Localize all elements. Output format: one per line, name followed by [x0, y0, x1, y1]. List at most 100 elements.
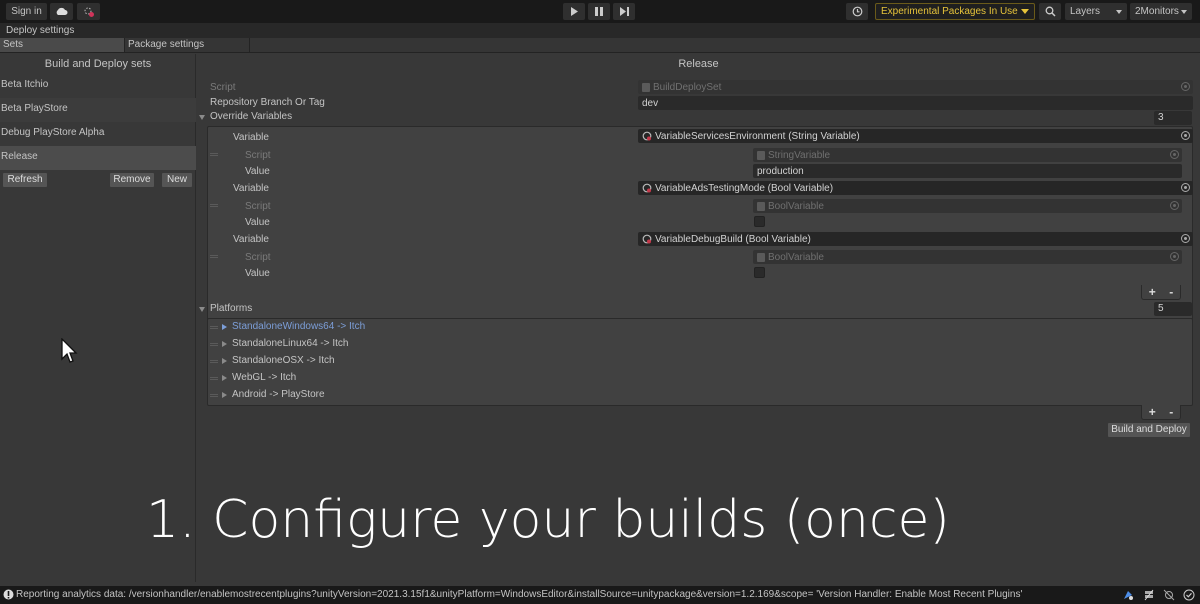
set-item[interactable]: Beta PlayStore [0, 98, 196, 122]
set-item-selected[interactable]: Release [0, 146, 196, 170]
experimental-packages-dropdown[interactable]: Experimental Packages In Use [875, 3, 1035, 20]
platform-item[interactable]: WebGL -> Itch [232, 372, 296, 383]
chevron-down-icon [1181, 9, 1187, 14]
drag-handle-icon[interactable] [210, 343, 218, 346]
step-button[interactable] [613, 3, 635, 20]
override-variables-label[interactable]: Override Variables [210, 111, 292, 122]
remove-platform-button[interactable]: - [1169, 405, 1173, 419]
drag-handle-icon[interactable] [210, 360, 218, 363]
drag-handle-icon[interactable] [210, 255, 218, 258]
script-value: BoolVariable [768, 251, 824, 263]
sets-panel-title: Build and Deploy sets [44, 58, 152, 70]
branch-input[interactable]: dev [638, 96, 1193, 110]
play-button[interactable] [563, 3, 585, 20]
new-button[interactable]: New [162, 173, 192, 187]
collab-error-icon [84, 7, 94, 17]
cache-server-icon[interactable] [1143, 589, 1155, 601]
object-picker-icon[interactable] [1170, 252, 1179, 261]
status-message[interactable]: Reporting analytics data: /versionhandle… [16, 589, 1022, 600]
search-button[interactable] [1039, 3, 1061, 20]
object-picker-icon[interactable] [1170, 201, 1179, 210]
expand-arrow-icon[interactable] [222, 341, 227, 347]
variable-label: Variable [233, 132, 269, 143]
drag-handle-icon[interactable] [210, 153, 218, 156]
override-count-input[interactable]: 3 [1154, 111, 1192, 125]
drag-handle-icon[interactable] [210, 204, 218, 207]
info-icon [3, 589, 14, 600]
drag-handle-icon[interactable] [210, 377, 218, 380]
object-picker-icon[interactable] [1181, 183, 1190, 192]
drag-handle-icon[interactable] [210, 326, 218, 329]
status-bar: Reporting analytics data: /versionhandle… [0, 586, 1200, 604]
platform-item[interactable]: StandaloneOSX -> Itch [232, 355, 335, 366]
script-label: Script [245, 201, 271, 212]
platform-item[interactable]: StandaloneWindows64 -> Itch [232, 321, 365, 332]
drag-handle-icon[interactable] [210, 394, 218, 397]
variable-value: VariableDebugBuild (Bool Variable) [655, 233, 811, 245]
layers-dropdown[interactable]: Layers [1065, 3, 1127, 20]
platforms-count-input[interactable]: 5 [1154, 302, 1192, 316]
scriptable-object-icon [642, 131, 652, 141]
value-label: Value [245, 217, 270, 228]
foldout-arrow-icon[interactable] [199, 307, 205, 312]
collab-button[interactable] [77, 3, 100, 20]
window-title[interactable]: Deploy settings [6, 25, 74, 36]
expand-arrow-icon[interactable] [222, 392, 227, 398]
debug-icon[interactable] [1163, 589, 1175, 601]
overlay-caption: 1. Configure your builds (once) [146, 490, 950, 550]
add-variable-button[interactable]: + [1149, 285, 1156, 299]
window-tab-bar: Deploy settings [0, 23, 1200, 38]
variable-object-field[interactable]: VariableServicesEnvironment (String Vari… [638, 129, 1193, 143]
set-item[interactable]: Beta Itchio [0, 74, 196, 98]
value-checkbox[interactable] [754, 267, 765, 278]
script-field: StringVariable [753, 148, 1182, 162]
pause-button[interactable] [588, 3, 610, 20]
script-value: StringVariable [768, 149, 831, 161]
expand-arrow-icon[interactable] [222, 324, 227, 330]
variable-object-field[interactable]: VariableAdsTestingMode (Bool Variable) [638, 181, 1193, 195]
chevron-down-icon [1021, 9, 1029, 14]
experimental-packages-label: Experimental Packages In Use [881, 6, 1018, 17]
expand-arrow-icon[interactable] [222, 358, 227, 364]
progress-icon[interactable] [1122, 589, 1134, 601]
foldout-arrow-icon[interactable] [199, 115, 205, 120]
tab-package-settings[interactable]: Package settings [125, 38, 250, 52]
tab-bar: Sets Package settings [0, 38, 1200, 53]
main-toolbar: Sign in Experimental Packages In Use Lay… [0, 0, 1200, 23]
history-button[interactable] [846, 3, 868, 20]
step-icon [619, 7, 629, 16]
variable-object-field[interactable]: VariableDebugBuild (Bool Variable) [638, 232, 1193, 246]
object-picker-icon[interactable] [1181, 82, 1190, 91]
refresh-button[interactable]: Refresh [3, 173, 47, 187]
cloud-button[interactable] [50, 3, 73, 20]
platform-item[interactable]: Android -> PlayStore [232, 389, 325, 400]
sign-in-button[interactable]: Sign in [6, 3, 47, 20]
object-picker-icon[interactable] [1181, 234, 1190, 243]
object-picker-icon[interactable] [1181, 131, 1190, 140]
script-icon [642, 82, 650, 92]
platform-item[interactable]: StandaloneLinux64 -> Itch [232, 338, 348, 349]
layout-dropdown[interactable]: 2Monitors [1130, 3, 1192, 20]
mouse-cursor-icon [61, 338, 78, 363]
script-label: Script [210, 82, 236, 93]
platforms-label[interactable]: Platforms [210, 303, 252, 314]
add-platform-button[interactable]: + [1149, 405, 1156, 419]
value-input[interactable]: production [753, 164, 1182, 178]
pause-icon [595, 7, 603, 16]
build-and-deploy-button[interactable]: Build and Deploy [1108, 423, 1190, 437]
remove-button[interactable]: Remove [110, 173, 154, 187]
object-picker-icon[interactable] [1170, 150, 1179, 159]
inspector-title: Release [678, 58, 719, 70]
check-icon[interactable] [1183, 589, 1195, 601]
tab-sets[interactable]: Sets [0, 38, 125, 52]
expand-arrow-icon[interactable] [222, 375, 227, 381]
branch-label: Repository Branch Or Tag [210, 97, 325, 108]
scriptable-object-icon [642, 183, 652, 193]
script-value: BoolVariable [768, 200, 824, 212]
value-checkbox[interactable] [754, 216, 765, 227]
remove-variable-button[interactable]: - [1169, 285, 1173, 299]
play-icon [571, 7, 578, 16]
set-item[interactable]: Debug PlayStore Alpha [0, 122, 196, 146]
variable-label: Variable [233, 183, 269, 194]
chevron-down-icon [1116, 9, 1122, 14]
